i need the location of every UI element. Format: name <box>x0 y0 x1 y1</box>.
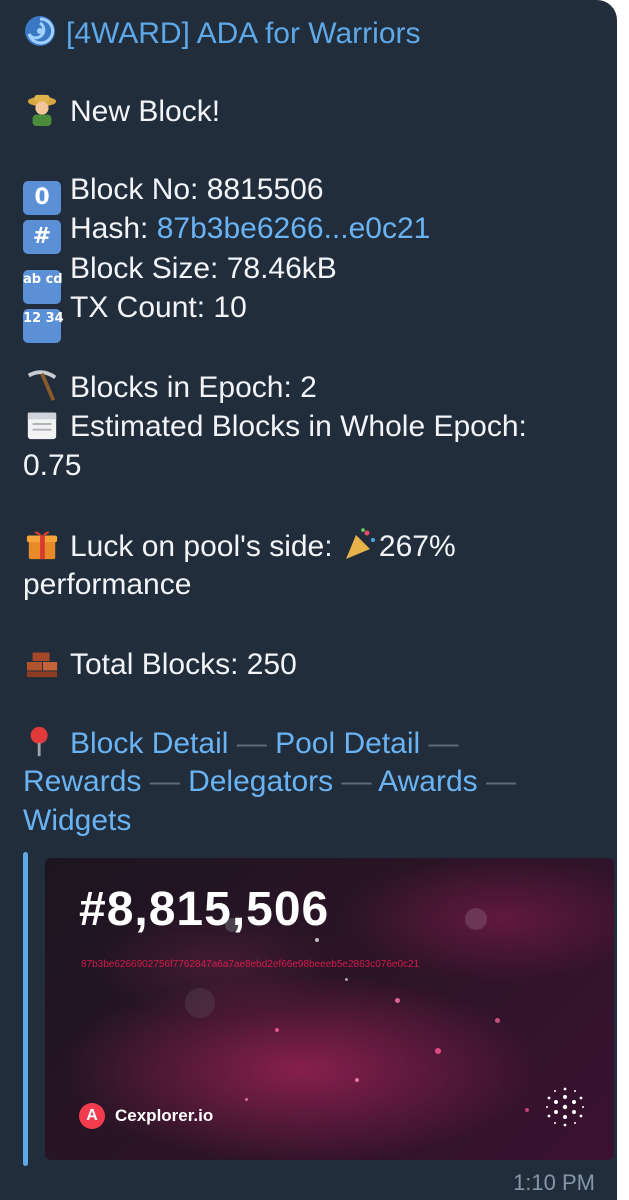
links-row-1: Block Detail — Pool Detail — <box>23 724 459 763</box>
estimated-row: Estimated Blocks in Whole Epoch: <box>23 407 527 446</box>
luck-row: Luck on pool's side: 267% <box>23 527 456 566</box>
link-separator: — <box>236 727 267 760</box>
rewards-link[interactable]: Rewards <box>23 765 141 798</box>
luck-performance: performance <box>23 568 192 601</box>
preview-block-number: #8,815,506 <box>79 883 330 936</box>
bricks-icon <box>26 652 58 678</box>
link-separator: — <box>149 765 180 798</box>
party-popper-icon <box>345 528 375 559</box>
blocks-epoch-text: Blocks in Epoch: 2 <box>70 371 317 404</box>
luck-value: 267% <box>378 530 456 563</box>
cardano-logo-icon <box>546 1087 584 1127</box>
message-bubble: [4WARD] ADA for Warriors New Block! 0 Blo… <box>0 0 617 1200</box>
link-separator: — <box>428 727 459 760</box>
keycap-numbers-icon: 12 34 <box>23 309 64 343</box>
links-row-3: Widgets <box>23 802 131 840</box>
calendar-icon <box>27 412 57 440</box>
estimated-text: Estimated Blocks in Whole Epoch: <box>70 410 527 443</box>
intro-text: New Block! <box>70 95 221 128</box>
hash-label: Hash: <box>70 212 157 245</box>
estimated-value: 0.75 <box>23 449 82 482</box>
channel-title[interactable]: [4WARD] ADA for Warriors <box>66 17 421 50</box>
block-size-text: Block Size: 78.46kB <box>70 252 337 285</box>
delegators-link[interactable]: Delegators <box>188 765 333 798</box>
preview-accent-bar <box>23 852 28 1166</box>
link-separator: — <box>486 765 517 798</box>
cexplorer-site-name: Cexplorer.io <box>115 1106 214 1125</box>
cexplorer-logo: A Cexplorer.io <box>79 1103 213 1129</box>
block-detail-link[interactable]: Block Detail <box>70 727 228 760</box>
keycap-hash-icon: # <box>23 220 61 254</box>
tx-count-text: TX Count: 10 <box>70 291 247 324</box>
total-blocks-row: Total Blocks: 250 <box>23 645 297 684</box>
pool-detail-link[interactable]: Pool Detail <box>275 727 420 760</box>
preview-image[interactable]: #8,815,506 87b3be6266902756f7762847a6a7a… <box>45 858 614 1160</box>
block-no-text: Block No: 8815506 <box>70 173 324 206</box>
link-preview[interactable]: #8,815,506 87b3be6266902756f7762847a6a7a… <box>23 852 615 1166</box>
awards-link[interactable]: Awards <box>378 765 478 798</box>
blocks-epoch-row: Blocks in Epoch: 2 <box>23 368 317 407</box>
widgets-link[interactable]: Widgets <box>23 804 131 837</box>
hash-row: # Hash: 87b3be6266...e0c21 <box>23 210 430 254</box>
message-timestamp: 1:10 PM <box>513 1170 595 1195</box>
luck-label: Luck on pool's side: <box>70 530 341 563</box>
farmer-icon <box>27 94 57 126</box>
total-blocks-text: Total Blocks: 250 <box>70 648 297 681</box>
pushpin-icon <box>30 726 48 757</box>
links-row-2: Rewards — Delegators — Awards — <box>23 763 516 801</box>
intro-row: New Block! <box>23 92 220 131</box>
preview-block-hash: 87b3be6266902756f7762847a6a7ae8ebd2ef66e… <box>81 959 420 970</box>
channel-title-row[interactable]: [4WARD] ADA for Warriors <box>23 14 421 53</box>
link-separator: — <box>341 765 372 798</box>
tx-count-row: 12 34 TX Count: 10 <box>23 289 247 343</box>
cexplorer-logo-icon: A <box>79 1103 105 1129</box>
cyclone-icon <box>25 16 55 46</box>
pick-icon <box>27 370 57 401</box>
gift-icon <box>26 531 58 560</box>
hash-link[interactable]: 87b3be6266...e0c21 <box>157 212 431 245</box>
block-no-row: 0 Block No: 8815506 <box>23 171 324 215</box>
